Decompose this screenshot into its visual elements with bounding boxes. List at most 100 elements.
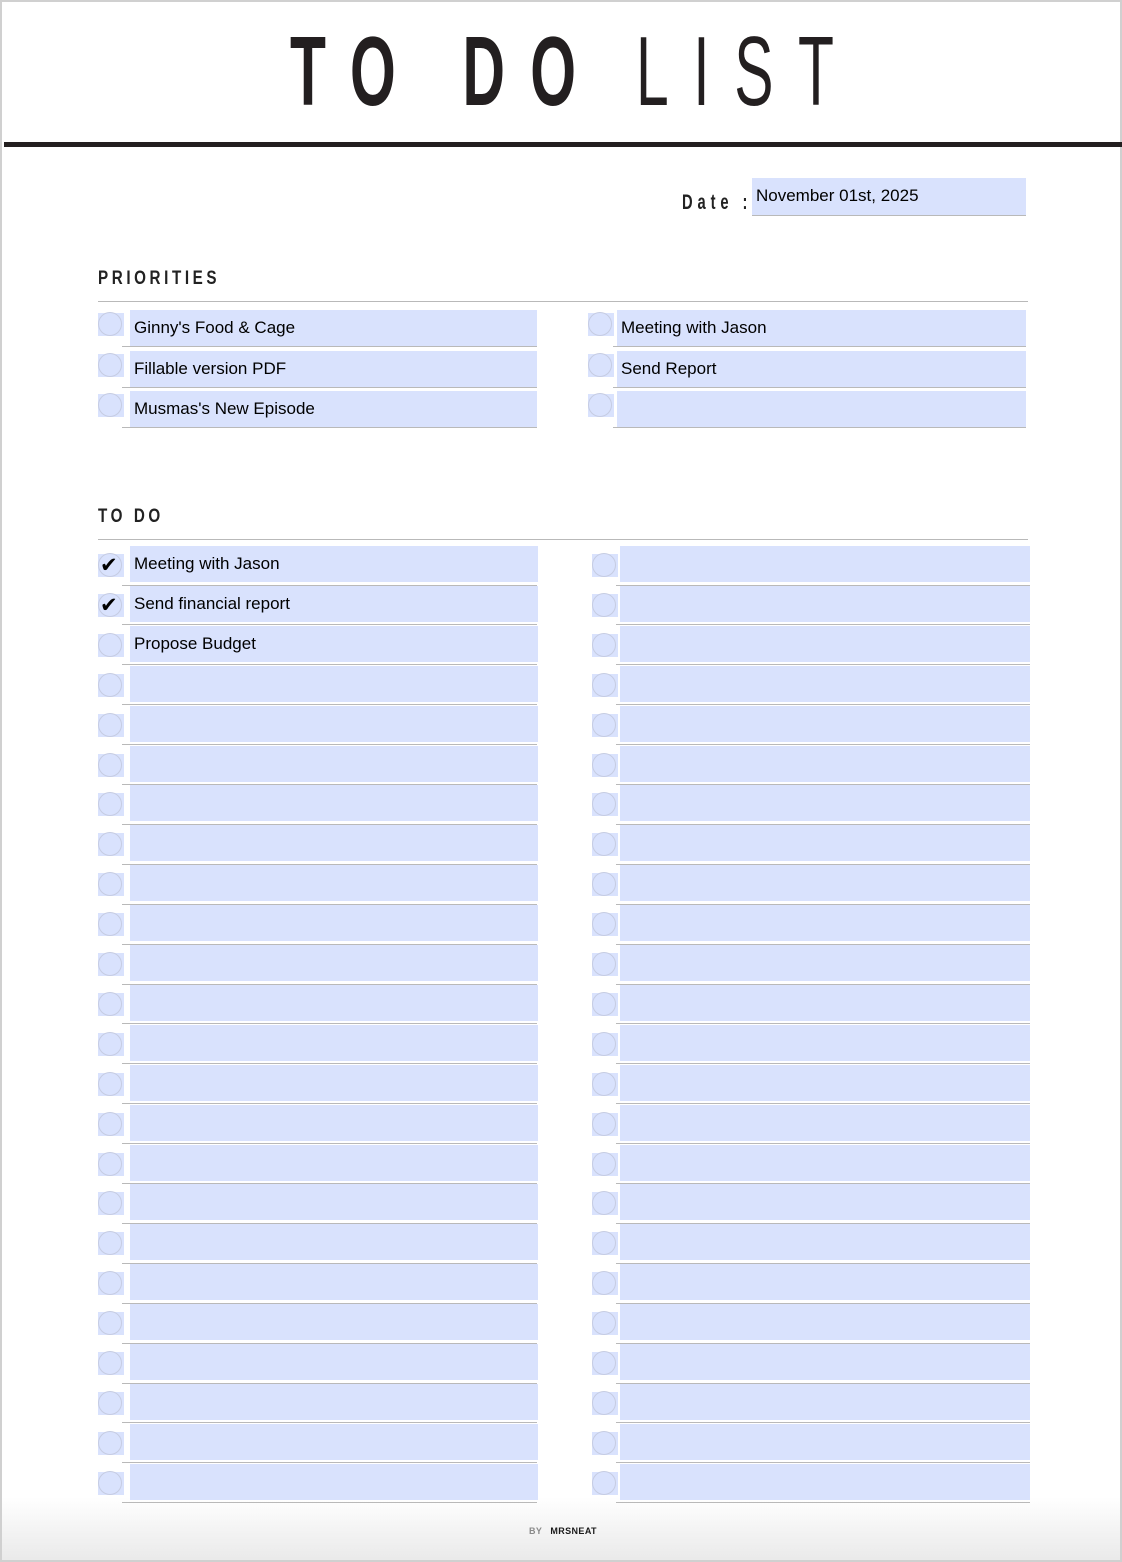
priority-text-field[interactable] xyxy=(130,391,537,427)
todo-text-field[interactable] xyxy=(620,585,1030,622)
todo-text-field[interactable] xyxy=(130,585,538,622)
todo-checkbox[interactable] xyxy=(98,1311,124,1336)
todo-checkbox[interactable] xyxy=(592,1231,618,1256)
todo-text-field[interactable] xyxy=(130,665,538,702)
todo-checkbox[interactable] xyxy=(98,832,124,857)
todo-checkbox[interactable] xyxy=(98,1271,124,1296)
todo-text-field[interactable] xyxy=(130,1304,538,1341)
todo-text-field[interactable] xyxy=(620,1064,1030,1101)
todo-text-field[interactable] xyxy=(620,625,1030,662)
todo-checkbox[interactable] xyxy=(592,1031,618,1056)
todo-checkbox[interactable] xyxy=(98,553,124,577)
todo-checkbox[interactable] xyxy=(98,792,124,817)
todo-text-field[interactable] xyxy=(130,865,538,902)
todo-text-field[interactable] xyxy=(130,1423,538,1460)
priority-text-field[interactable] xyxy=(617,391,1026,427)
priority-checkbox[interactable] xyxy=(98,393,124,417)
todo-checkbox[interactable] xyxy=(592,553,618,577)
todo-checkbox[interactable] xyxy=(98,991,124,1016)
todo-checkbox[interactable] xyxy=(592,1390,618,1415)
priority-text-field[interactable] xyxy=(617,310,1026,346)
todo-text-field[interactable] xyxy=(620,1264,1030,1301)
priority-text-field[interactable] xyxy=(617,350,1026,387)
todo-checkbox[interactable] xyxy=(98,1031,124,1056)
todo-text-field[interactable] xyxy=(620,705,1030,742)
todo-text-field[interactable] xyxy=(130,1383,538,1420)
todo-checkbox[interactable] xyxy=(592,1470,618,1495)
todo-checkbox[interactable] xyxy=(592,1351,618,1375)
todo-checkbox[interactable] xyxy=(592,1430,618,1455)
todo-text-field[interactable] xyxy=(620,1024,1030,1061)
todo-text-field[interactable] xyxy=(130,1144,538,1181)
todo-checkbox[interactable] xyxy=(592,792,618,817)
todo-text-field[interactable] xyxy=(130,625,538,662)
todo-checkbox[interactable] xyxy=(98,912,124,937)
todo-text-field[interactable] xyxy=(130,1264,538,1301)
priority-checkbox[interactable] xyxy=(588,312,614,336)
todo-text-field[interactable] xyxy=(130,905,538,942)
date-field[interactable] xyxy=(752,178,1026,216)
todo-checkbox[interactable] xyxy=(592,952,618,976)
todo-text-field[interactable] xyxy=(620,945,1030,981)
todo-checkbox[interactable] xyxy=(98,1231,124,1256)
todo-text-field[interactable] xyxy=(130,1064,538,1101)
todo-checkbox[interactable] xyxy=(592,672,618,697)
todo-checkbox[interactable] xyxy=(592,832,618,857)
todo-text-field[interactable] xyxy=(620,905,1030,942)
todo-text-field[interactable] xyxy=(620,546,1030,582)
todo-text-field[interactable] xyxy=(620,1184,1030,1221)
todo-checkbox[interactable] xyxy=(98,672,124,697)
todo-checkbox[interactable] xyxy=(98,712,124,737)
todo-checkbox[interactable] xyxy=(592,1311,618,1336)
todo-text-field[interactable] xyxy=(620,825,1030,862)
priority-text-field[interactable] xyxy=(130,310,537,346)
todo-text-field[interactable] xyxy=(130,785,538,822)
todo-checkbox[interactable] xyxy=(98,1071,124,1096)
priority-checkbox[interactable] xyxy=(98,352,124,377)
todo-checkbox[interactable] xyxy=(98,1430,124,1455)
todo-text-field[interactable] xyxy=(620,665,1030,702)
todo-checkbox[interactable] xyxy=(98,1390,124,1415)
todo-text-field[interactable] xyxy=(620,1224,1030,1261)
todo-checkbox[interactable] xyxy=(592,712,618,737)
todo-checkbox[interactable] xyxy=(592,592,618,617)
todo-text-field[interactable] xyxy=(130,945,538,981)
todo-checkbox[interactable] xyxy=(592,632,618,657)
todo-text-field[interactable] xyxy=(620,865,1030,902)
todo-text-field[interactable] xyxy=(130,1184,538,1221)
todo-text-field[interactable] xyxy=(130,1224,538,1261)
todo-checkbox[interactable] xyxy=(592,1271,618,1296)
todo-text-field[interactable] xyxy=(130,1104,538,1141)
todo-text-field[interactable] xyxy=(130,1463,538,1500)
todo-text-field[interactable] xyxy=(620,984,1030,1021)
priority-text-field[interactable] xyxy=(130,350,537,387)
todo-text-field[interactable] xyxy=(620,1383,1030,1420)
todo-checkbox[interactable] xyxy=(98,592,124,617)
todo-text-field[interactable] xyxy=(130,546,538,582)
priority-checkbox[interactable] xyxy=(588,352,614,377)
todo-text-field[interactable] xyxy=(130,1344,538,1380)
todo-checkbox[interactable] xyxy=(592,912,618,937)
todo-checkbox[interactable] xyxy=(592,1111,618,1136)
todo-checkbox[interactable] xyxy=(592,1151,618,1176)
todo-text-field[interactable] xyxy=(130,705,538,742)
todo-text-field[interactable] xyxy=(620,1344,1030,1380)
todo-text-field[interactable] xyxy=(130,984,538,1021)
todo-checkbox[interactable] xyxy=(98,632,124,657)
todo-text-field[interactable] xyxy=(130,825,538,862)
todo-text-field[interactable] xyxy=(620,1104,1030,1141)
todo-text-field[interactable] xyxy=(620,785,1030,822)
todo-text-field[interactable] xyxy=(620,1423,1030,1460)
todo-checkbox[interactable] xyxy=(98,1351,124,1375)
todo-checkbox[interactable] xyxy=(98,1151,124,1176)
todo-checkbox[interactable] xyxy=(98,1111,124,1136)
todo-checkbox[interactable] xyxy=(592,1071,618,1096)
todo-checkbox[interactable] xyxy=(592,1191,618,1216)
todo-text-field[interactable] xyxy=(130,745,538,782)
todo-checkbox[interactable] xyxy=(98,952,124,976)
priority-checkbox[interactable] xyxy=(588,393,614,417)
priority-checkbox[interactable] xyxy=(98,312,124,336)
todo-checkbox[interactable] xyxy=(98,1191,124,1216)
todo-text-field[interactable] xyxy=(130,1024,538,1061)
todo-text-field[interactable] xyxy=(620,1463,1030,1500)
